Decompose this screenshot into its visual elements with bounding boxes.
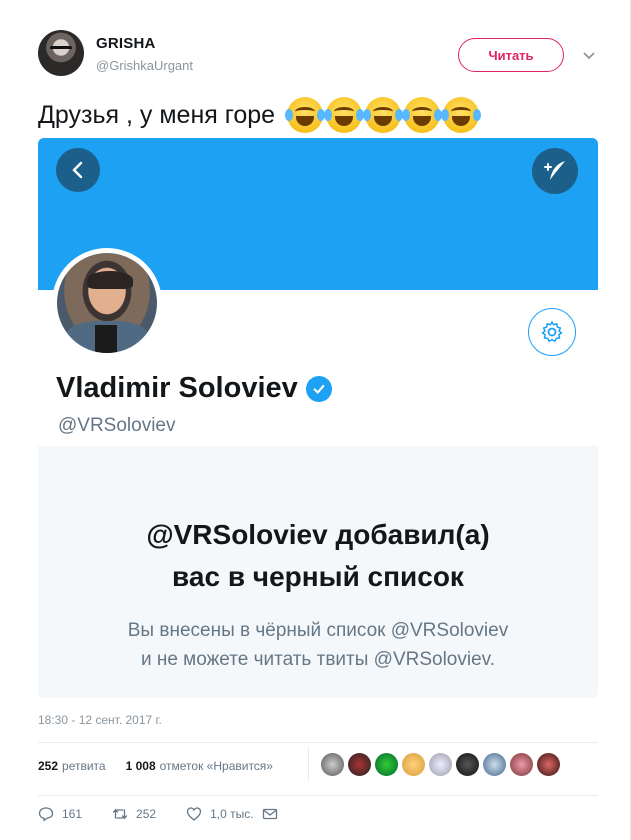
blocked-title-line-1: @VRSoloviev добавил(а) [146, 519, 490, 550]
reply-icon [38, 807, 54, 822]
verified-badge-icon [305, 375, 332, 402]
likes-label[interactable]: отметок «Нравится» [160, 759, 273, 773]
likes-count[interactable]: 1 008 [126, 759, 156, 773]
retweet-count: 252 [136, 807, 157, 821]
retweet-button[interactable]: 252 [112, 806, 156, 822]
like-count: 1,0 тыс. [210, 807, 254, 821]
liker-avatar[interactable] [348, 752, 371, 776]
retweets-count[interactable]: 252 [38, 759, 58, 773]
author-avatar[interactable] [38, 30, 84, 76]
liker-avatar[interactable] [402, 752, 425, 776]
profile-handle: @VRSoloviev [58, 415, 176, 436]
tweet-container: GRISHA @GrishkaUrgant Читать Друзья , у … [0, 0, 631, 840]
chevron-down-icon[interactable] [582, 48, 596, 62]
blocked-description-line-1: Вы внесены в чёрный список @VRSoloviev [127, 620, 509, 641]
tweet-stats: 252 ретвита 1 008 отметок «Нравится» [38, 759, 273, 773]
profile-name: Vladimir Soloviev [56, 372, 298, 404]
follow-button[interactable]: Читать [458, 38, 564, 72]
tears-of-joy-emoji-icon [324, 97, 365, 133]
blocked-title-line-2: вас в черный список [172, 561, 464, 592]
liker-avatar[interactable] [375, 752, 398, 776]
liker-avatar[interactable] [510, 752, 533, 776]
liker-avatar[interactable] [456, 752, 479, 776]
emoji-row [285, 97, 482, 133]
retweets-label[interactable]: ретвита [62, 759, 106, 773]
attached-screenshot[interactable]: Vladimir Soloviev @VRSoloviev @VRSolovie… [38, 138, 598, 698]
gear-icon [528, 308, 576, 356]
profile-avatar [52, 248, 162, 358]
like-button[interactable]: 1,0 тыс. [186, 806, 277, 822]
reply-count: 161 [62, 807, 83, 821]
tweet-text: Друзья , у меня горе [38, 100, 276, 129]
divider [38, 742, 598, 743]
tears-of-joy-emoji-icon [285, 97, 326, 133]
tears-of-joy-emoji-icon [363, 97, 404, 133]
author-name[interactable]: GRISHA [96, 35, 156, 52]
tweet-text-row: Друзья , у меня горе [38, 97, 482, 133]
reply-button[interactable]: 161 [38, 806, 82, 822]
divider [38, 795, 598, 796]
tweet-actions: 161 252 1,0 тыс. [38, 806, 308, 822]
blocked-description: Вы внесены в чёрный список @VRSoloviev и… [38, 616, 598, 674]
tweet-timestamp[interactable]: 18:30 - 12 сент. 2017 г. [38, 713, 162, 727]
tears-of-joy-emoji-icon [441, 97, 482, 133]
compose-tweet-icon [532, 148, 578, 194]
back-arrow-icon [56, 148, 100, 192]
likers-avatars [308, 748, 560, 780]
retweet-icon [112, 808, 128, 820]
blocked-description-line-2: и не можете читать твиты @VRSoloviev. [140, 649, 496, 670]
liker-avatar[interactable] [429, 752, 452, 776]
tears-of-joy-emoji-icon [402, 97, 443, 133]
profile-name-row: Vladimir Soloviev [56, 372, 332, 405]
blocked-title: @VRSoloviev добавил(а) вас в черный спис… [38, 514, 598, 598]
liker-avatar[interactable] [483, 752, 506, 776]
heart-icon [186, 807, 202, 821]
envelope-icon[interactable] [262, 806, 278, 822]
author-handle[interactable]: @GrishkaUrgant [96, 58, 193, 73]
liker-avatar[interactable] [321, 752, 344, 776]
liker-avatar[interactable] [537, 752, 560, 776]
